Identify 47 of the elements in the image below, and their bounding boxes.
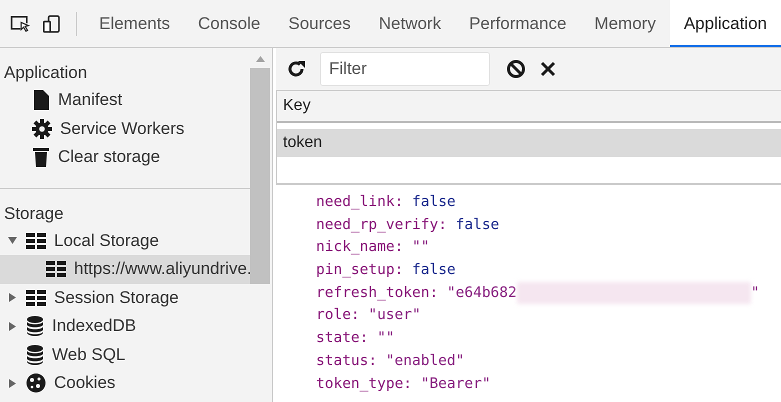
value-line: token_type: "Bearer" xyxy=(316,374,492,394)
table-icon xyxy=(26,232,46,249)
collapsed-arrow-icon[interactable] xyxy=(8,378,17,388)
scroll-thumb[interactable] xyxy=(250,68,270,284)
sidebar-item[interactable]: Local Storage xyxy=(0,226,250,255)
sidebar-item[interactable]: Web SQL xyxy=(0,340,250,369)
collapsed-arrow-icon[interactable] xyxy=(8,322,17,331)
collapsed-arrow-icon[interactable] xyxy=(8,293,17,302)
table-row[interactable]: token xyxy=(277,129,781,157)
section-title: Application xyxy=(3,62,88,84)
panel-tab[interactable]: Memory xyxy=(580,0,670,47)
sidebar-item[interactable]: https://www.aliyundrive. xyxy=(0,255,250,284)
value-line: pin_setup: false xyxy=(316,261,457,280)
clear-all-icon[interactable] xyxy=(506,59,526,79)
sidebar-item[interactable]: Clear storage xyxy=(0,143,250,172)
table-icon xyxy=(26,290,46,306)
panel-tab[interactable]: Sources xyxy=(274,0,365,47)
value-line: refresh_token: "e64b682 " xyxy=(316,282,781,304)
section-title: Storage xyxy=(3,202,65,224)
column-header[interactable]: Key xyxy=(277,90,781,123)
sidebar-item[interactable]: Service Workers xyxy=(0,114,250,143)
database-icon xyxy=(26,344,44,365)
trash-icon xyxy=(32,147,50,168)
value-line: status: "enabled" xyxy=(316,352,466,371)
panel-tab[interactable]: Performance xyxy=(455,0,580,47)
sidebar-item[interactable]: Session Storage xyxy=(0,284,250,312)
sidebar-item[interactable]: Manifest xyxy=(0,86,250,114)
gear-icon xyxy=(32,118,52,139)
value-line: nick_name: "" xyxy=(316,238,430,258)
panel-tab[interactable]: Application xyxy=(670,0,781,47)
close-icon[interactable] xyxy=(540,61,556,77)
database-icon xyxy=(26,316,44,336)
file-icon xyxy=(32,90,50,110)
panel-tab[interactable]: Console xyxy=(184,0,274,47)
filter-field[interactable]: Filter xyxy=(320,52,490,86)
sidebar-item[interactable]: IndexedDB xyxy=(0,312,250,340)
panel-tab[interactable]: Network xyxy=(364,0,456,47)
value-line: state: "" xyxy=(316,329,396,348)
expanded-arrow-icon[interactable] xyxy=(8,236,17,246)
cookie-icon xyxy=(26,373,46,394)
refresh-icon[interactable] xyxy=(286,59,306,79)
panel-tab[interactable]: Elements xyxy=(85,0,184,47)
value-line: need_rp_verify: false xyxy=(316,216,500,235)
value-line: need_link: false xyxy=(316,193,457,212)
sidebar-item[interactable]: Cookies xyxy=(0,369,250,398)
table-icon xyxy=(46,261,66,278)
value-line: role: "user" xyxy=(316,306,422,326)
